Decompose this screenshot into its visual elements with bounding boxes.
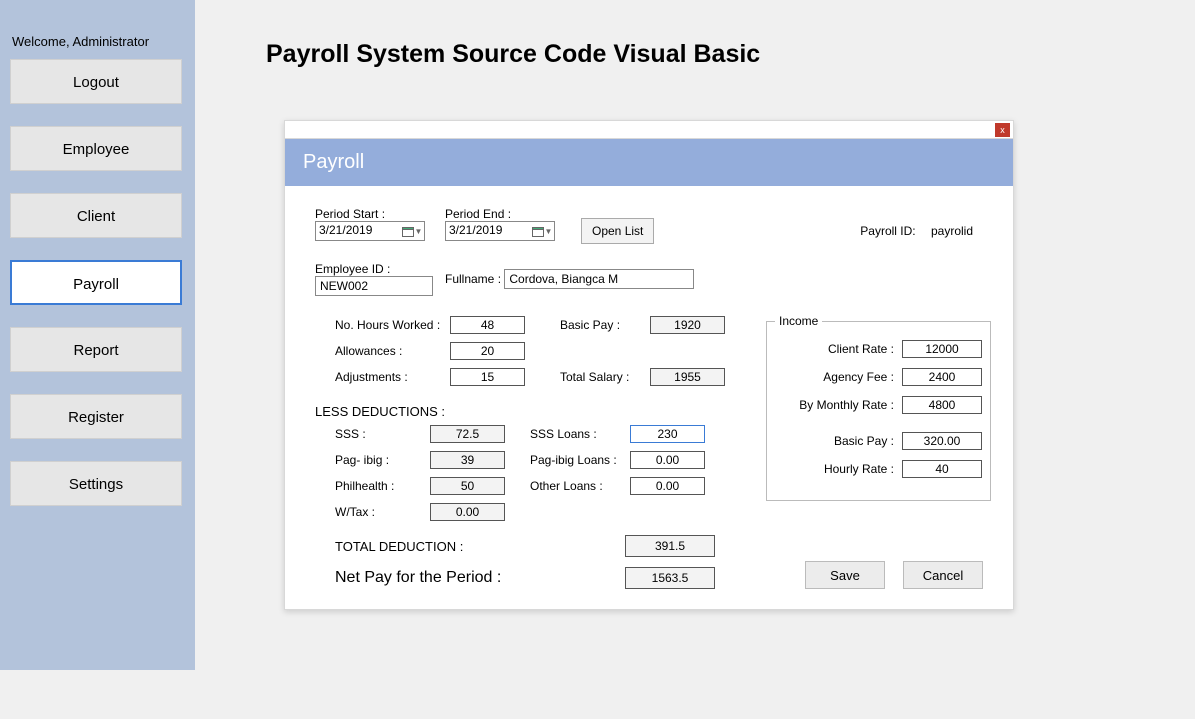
agency-fee-label: Agency Fee : bbox=[823, 370, 894, 384]
period-start-value: 3/21/2019 bbox=[319, 223, 372, 237]
sidebar-item-settings[interactable]: Settings bbox=[10, 461, 182, 506]
sidebar-item-logout[interactable]: Logout bbox=[10, 59, 182, 104]
client-rate-label: Client Rate : bbox=[828, 342, 894, 356]
pagibig-label: Pag- ibig : bbox=[335, 453, 430, 467]
income-basic-pay-label: Basic Pay : bbox=[834, 434, 894, 448]
chevron-down-icon: ▼ bbox=[415, 227, 423, 236]
welcome-text: Welcome, Administrator bbox=[12, 34, 185, 49]
footer-buttons: Save Cancel bbox=[805, 561, 983, 589]
page-title: Payroll System Source Code Visual Basic bbox=[266, 40, 760, 69]
form-area: Period Start : 3/21/2019 ▼ Period End : … bbox=[285, 186, 1013, 609]
sidebar: Welcome, Administrator Logout Employee C… bbox=[0, 0, 195, 670]
agency-fee-value: 2400 bbox=[902, 368, 982, 386]
close-button[interactable]: x bbox=[995, 123, 1010, 137]
wtax-value: 0.00 bbox=[430, 503, 505, 521]
period-end-label: Period End : bbox=[445, 207, 511, 221]
open-list-button[interactable]: Open List bbox=[581, 218, 654, 244]
total-deduction-label: TOTAL DEDUCTION : bbox=[335, 539, 625, 554]
total-salary-label: Total Salary : bbox=[560, 370, 650, 384]
sss-loans-value[interactable]: 230 bbox=[630, 425, 705, 443]
other-loans-value[interactable]: 0.00 bbox=[630, 477, 705, 495]
netpay-label: Net Pay for the Period : bbox=[335, 569, 625, 587]
sidebar-item-register[interactable]: Register bbox=[10, 394, 182, 439]
period-start-toggle[interactable]: ▼ bbox=[401, 223, 423, 239]
sss-label: SSS : bbox=[335, 427, 430, 441]
sidebar-item-client[interactable]: Client bbox=[10, 193, 182, 238]
employee-id-label: Employee ID : bbox=[315, 262, 390, 276]
hourly-rate-label: Hourly Rate : bbox=[824, 462, 894, 476]
bymonthly-label: By Monthly Rate : bbox=[799, 398, 894, 412]
wtax-label: W/Tax : bbox=[335, 505, 430, 519]
calendar-icon bbox=[402, 226, 414, 237]
period-end-toggle[interactable]: ▼ bbox=[531, 223, 553, 239]
sidebar-item-employee[interactable]: Employee bbox=[10, 126, 182, 171]
philhealth-value: 50 bbox=[430, 477, 505, 495]
income-legend: Income bbox=[775, 314, 822, 328]
basic-pay-label: Basic Pay : bbox=[560, 318, 650, 332]
fullname-label: Fullname : bbox=[445, 272, 501, 286]
payroll-window: x Payroll Period Start : 3/21/2019 ▼ Per… bbox=[284, 120, 1014, 610]
income-basic-pay-value: 320.00 bbox=[902, 432, 982, 450]
other-loans-label: Other Loans : bbox=[530, 479, 630, 493]
basic-pay-value: 1920 bbox=[650, 316, 725, 334]
payroll-id-value: payrolid bbox=[931, 224, 973, 238]
hourly-rate-value: 40 bbox=[902, 460, 982, 478]
pagibig-value: 39 bbox=[430, 451, 505, 469]
save-button[interactable]: Save bbox=[805, 561, 885, 589]
income-fieldset: Income Client Rate : 12000 Agency Fee : … bbox=[766, 314, 991, 501]
allowances-label: Allowances : bbox=[335, 344, 450, 358]
sidebar-item-payroll[interactable]: Payroll bbox=[10, 260, 182, 305]
payroll-id-label: Payroll ID: bbox=[860, 224, 915, 238]
cancel-button[interactable]: Cancel bbox=[903, 561, 983, 589]
pagibig-loans-value[interactable]: 0.00 bbox=[630, 451, 705, 469]
total-salary-value: 1955 bbox=[650, 368, 725, 386]
sss-loans-label: SSS Loans : bbox=[530, 427, 630, 441]
period-end-input[interactable]: 3/21/2019 ▼ bbox=[445, 221, 555, 241]
philhealth-label: Philhealth : bbox=[335, 479, 430, 493]
hours-worked-value[interactable]: 48 bbox=[450, 316, 525, 334]
adjustments-label: Adjustments : bbox=[335, 370, 450, 384]
sidebar-item-report[interactable]: Report bbox=[10, 327, 182, 372]
fullname-input[interactable] bbox=[504, 269, 694, 289]
close-icon: x bbox=[1000, 125, 1005, 135]
period-start-label: Period Start : bbox=[315, 207, 385, 221]
period-end-value: 3/21/2019 bbox=[449, 223, 502, 237]
bymonthly-value: 4800 bbox=[902, 396, 982, 414]
adjustments-value[interactable]: 15 bbox=[450, 368, 525, 386]
chevron-down-icon: ▼ bbox=[545, 227, 553, 236]
pagibig-loans-label: Pag-ibig Loans : bbox=[530, 453, 630, 467]
netpay-value: 1563.5 bbox=[625, 567, 715, 589]
titlebar: x bbox=[285, 121, 1013, 139]
total-deduction-value: 391.5 bbox=[625, 535, 715, 557]
client-rate-value: 12000 bbox=[902, 340, 982, 358]
calendar-icon bbox=[532, 226, 544, 237]
hours-worked-label: No. Hours Worked : bbox=[335, 318, 450, 332]
allowances-value[interactable]: 20 bbox=[450, 342, 525, 360]
window-banner: Payroll bbox=[285, 139, 1013, 186]
employee-id-input[interactable] bbox=[315, 276, 433, 296]
period-start-input[interactable]: 3/21/2019 ▼ bbox=[315, 221, 425, 241]
sss-value: 72.5 bbox=[430, 425, 505, 443]
